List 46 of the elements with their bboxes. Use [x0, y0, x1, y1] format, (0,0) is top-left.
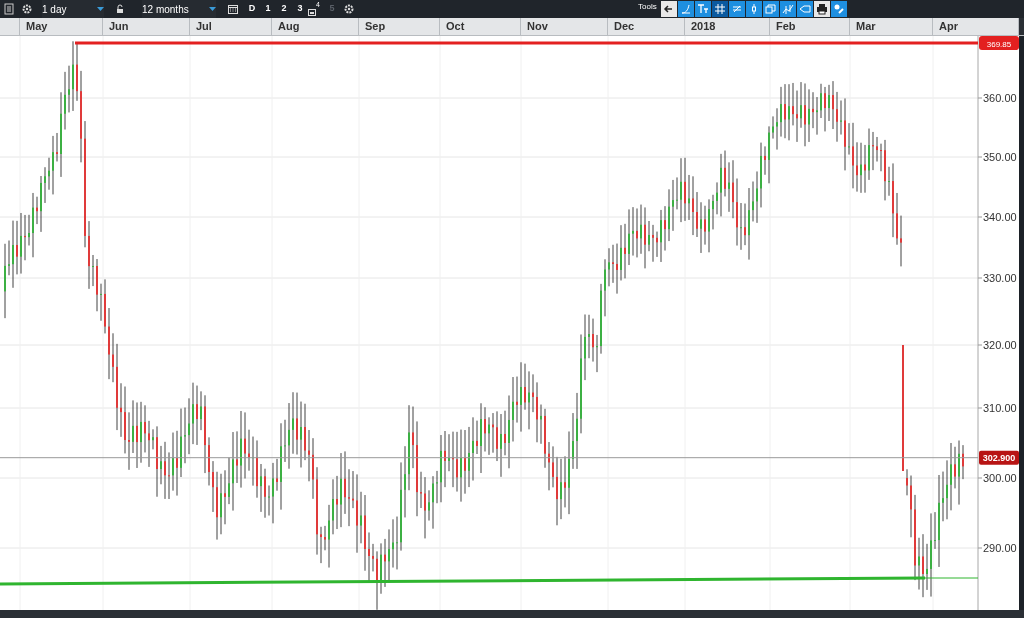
month-label: Nov — [527, 19, 548, 35]
month-label: Sep — [365, 19, 386, 35]
windows-icon[interactable] — [762, 1, 779, 17]
month-label: Aug — [278, 19, 300, 35]
interval-dropdown[interactable]: 1 day — [42, 0, 104, 18]
axis-label: 310.00 — [983, 402, 1017, 414]
tools-label: Tools — [638, 1, 657, 13]
period-button[interactable]: 2 — [276, 0, 292, 18]
calendar-icon[interactable] — [228, 4, 238, 14]
settings-icon[interactable] — [344, 4, 354, 14]
period-button[interactable]: 1 — [260, 0, 276, 18]
text-tool-icon[interactable] — [694, 1, 711, 17]
axis-label: 340.00 — [983, 211, 1017, 223]
settings-icon[interactable] — [22, 4, 32, 14]
month-label: Feb — [776, 19, 796, 35]
settings-icon[interactable] — [830, 1, 847, 17]
period-button[interactable]: D — [244, 0, 260, 18]
month-label: Apr — [939, 19, 958, 35]
month-label: Oct — [446, 19, 465, 35]
range-dropdown[interactable]: 12 months — [142, 0, 216, 18]
month-label: 2018 — [691, 19, 716, 35]
candle-icon[interactable] — [745, 1, 762, 17]
axis-label: 360.00 — [983, 92, 1017, 104]
month-label: Jul — [196, 19, 212, 35]
price-tag: 369.85 — [979, 36, 1019, 50]
print-icon[interactable] — [813, 1, 830, 17]
axis-label: 290.00 — [983, 542, 1017, 554]
lock-icon[interactable] — [116, 4, 124, 14]
grid-icon[interactable] — [711, 1, 728, 17]
axis-label: 350.00 — [983, 151, 1017, 163]
axis-label: 330.00 — [983, 272, 1017, 284]
month-label: May — [26, 19, 48, 35]
axis-label: 300.00 — [983, 472, 1017, 484]
tag-icon[interactable] — [796, 1, 813, 17]
caret-icon — [97, 7, 104, 11]
month-label: Jun — [109, 19, 129, 35]
list-icon[interactable] — [4, 3, 14, 15]
line-chart-icon[interactable] — [779, 1, 796, 17]
month-label: Mar — [856, 19, 876, 35]
axis-label: 320.00 — [983, 339, 1017, 351]
period-button[interactable]: 3 — [292, 0, 308, 18]
month-label: Dec — [614, 19, 635, 35]
calendar-icon — [308, 8, 316, 16]
caret-icon — [209, 7, 216, 11]
price-tag: 302.900 — [979, 450, 1019, 465]
curve-icon[interactable] — [677, 1, 694, 17]
